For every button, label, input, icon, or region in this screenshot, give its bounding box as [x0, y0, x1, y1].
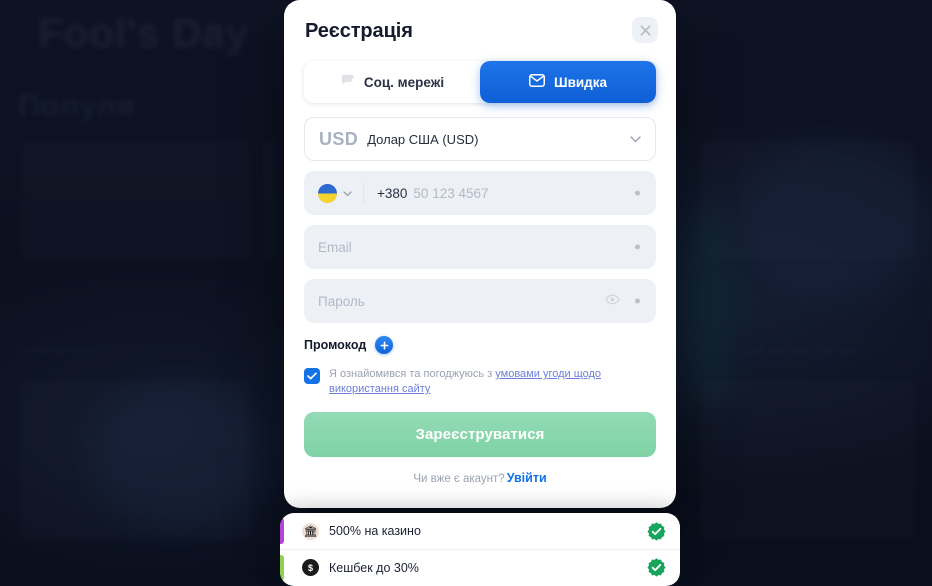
bonus-row-cashback[interactable]: $ Кешбек до 30% [280, 549, 680, 585]
password-field[interactable]: Пароль [304, 279, 656, 323]
background-card [262, 140, 276, 260]
background-card [22, 140, 250, 260]
bonus-label: Кешбек до 30% [329, 560, 419, 575]
social-icon [340, 73, 355, 91]
verified-check-icon [647, 558, 666, 577]
email-input-placeholder: Email [318, 239, 352, 255]
required-indicator-icon [635, 298, 640, 304]
background-section-title: Популя [18, 88, 136, 123]
background-glow [740, 140, 930, 300]
verified-check-icon [647, 521, 666, 541]
terms-text: Я ознайомився та погоджуюсь з умовами уг… [329, 367, 656, 397]
phone-input-row[interactable]: +380 50 123 4567 [304, 171, 656, 215]
password-input-placeholder: Пароль [318, 293, 365, 309]
close-button[interactable] [632, 17, 658, 43]
background-card [20, 380, 250, 540]
tab-quick-label: Швидка [554, 74, 607, 90]
app-root: Fool's Day Популя Популярні ігри Live Wi… [0, 0, 932, 586]
divider [363, 183, 364, 203]
background-card [700, 380, 915, 540]
login-prompt-text: Чи вже є акаунт? [413, 473, 505, 485]
close-icon [640, 25, 650, 35]
terms-checkbox[interactable] [304, 368, 320, 384]
auth-method-tabs: Соц. мережі Швидка [304, 61, 656, 103]
chevron-down-icon [630, 130, 641, 148]
currency-select[interactable]: USD Долар США (USD) [304, 117, 656, 161]
required-indicator-icon [635, 244, 640, 250]
casino-bank-icon: 🏛 [302, 522, 319, 540]
currency-code: USD [319, 128, 359, 149]
envelope-icon [529, 74, 545, 90]
bonus-accent-bar [280, 518, 284, 544]
login-link[interactable]: Увійти [507, 471, 547, 485]
eye-icon[interactable] [605, 292, 620, 310]
register-button[interactable]: Зареєструватися [304, 412, 656, 457]
terms-text-before: Я ознайомився та погоджуюсь з [329, 368, 496, 380]
tab-quick[interactable]: Швидка [480, 61, 656, 103]
background-footer-label: Популярні ігри [20, 345, 95, 357]
ukraine-flag-icon [318, 183, 337, 203]
phone-dial-code: +380 [377, 185, 408, 201]
email-field[interactable]: Email [304, 225, 656, 269]
bonus-label: 500% на казино [329, 524, 421, 538]
terms-agreement-row: Я ознайомився та погоджуюсь з умовами уг… [304, 367, 656, 397]
cashback-coin-icon: $ [302, 559, 319, 576]
plus-icon [380, 340, 389, 350]
tab-social-networks[interactable]: Соц. мережі [304, 61, 480, 103]
check-icon [307, 372, 317, 380]
promocode-label: Промокод [304, 338, 367, 352]
background-footer-label: Live Win from The Sun [745, 345, 857, 357]
modal-title: Реєстрація [305, 20, 413, 42]
background-hero-title: Fool's Day [38, 10, 249, 56]
currency-name: Долар США (USD) [367, 131, 479, 147]
bonus-accent-bar [280, 555, 284, 581]
bonus-panel: 🏛 500% на казино $ Кешбек до 30% [280, 513, 680, 586]
required-indicator-icon [635, 190, 640, 196]
registration-modal: Реєстрація Соц. мережі Швидка USD Долар … [284, 0, 676, 508]
promocode-row: Промокод [304, 336, 656, 354]
promocode-add-button[interactable] [375, 336, 394, 354]
background-glow [678, 200, 738, 410]
tab-social-networks-label: Соц. мережі [363, 74, 445, 90]
bonus-row-casino[interactable]: 🏛 500% на казино [280, 513, 680, 549]
country-chevron-down-icon[interactable] [343, 184, 352, 202]
phone-input-placeholder: 50 123 4567 [413, 185, 489, 201]
login-prompt-row: Чи вже є акаунт? Увійти [304, 471, 656, 485]
